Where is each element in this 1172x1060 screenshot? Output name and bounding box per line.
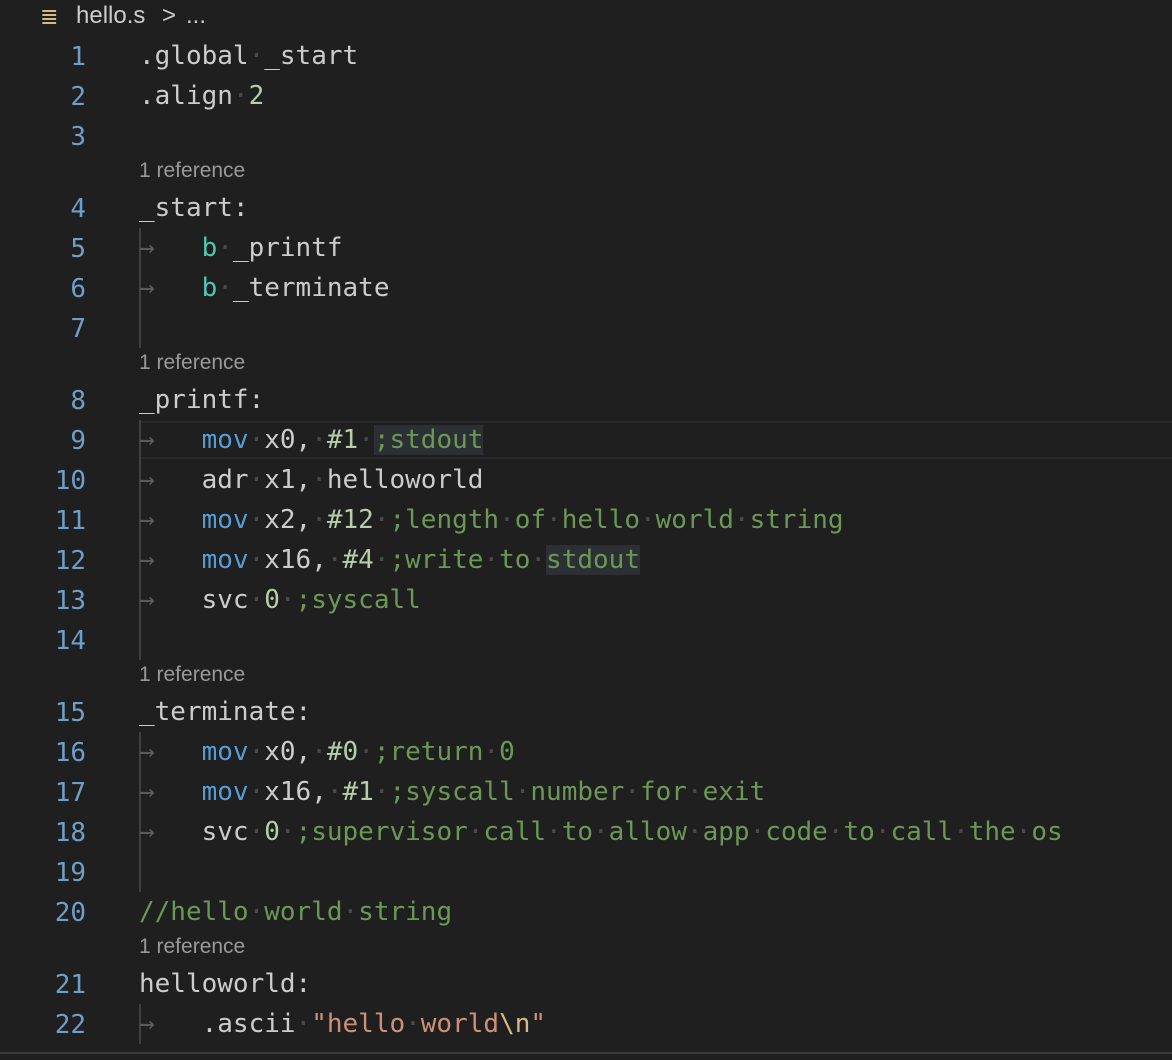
line-number[interactable]: 3	[0, 122, 86, 152]
code-line-11[interactable]: → mov·x2,·#12·;length·of·hello·world·str…	[139, 500, 844, 540]
line-number[interactable]: 21	[0, 970, 86, 1000]
code-line-17[interactable]: → mov·x16,·#1·;syscall·number·for·exit	[139, 772, 765, 812]
chevron-right-icon: >	[162, 2, 177, 29]
line-number[interactable]: 20	[0, 898, 86, 928]
line-number[interactable]: 2	[0, 82, 86, 112]
line-number[interactable]: 7	[0, 314, 86, 344]
tab-arrow-icon: →	[139, 233, 202, 263]
code-line-18[interactable]: → svc·0·;supervisor·call·to·allow·app·co…	[139, 812, 1063, 852]
line-number[interactable]: 10	[0, 466, 86, 496]
code-line-20[interactable]: //hello·world·string	[139, 892, 452, 932]
breadcrumb: ≣ hello.s > ...	[0, 0, 1172, 34]
code-lens-references[interactable]: 1 reference	[139, 351, 245, 375]
line-number[interactable]: 8	[0, 386, 86, 416]
line-number[interactable]: 17	[0, 778, 86, 808]
line-number[interactable]: 22	[0, 1010, 86, 1040]
code-line-6[interactable]: → b·_terminate	[139, 268, 389, 308]
line-number[interactable]: 9	[0, 426, 86, 456]
code-line-15[interactable]: _terminate:	[139, 692, 311, 732]
code-line-21[interactable]: helloworld:	[139, 964, 311, 1004]
file-lines-icon: ≣	[40, 4, 59, 29]
line-number[interactable]: 6	[0, 274, 86, 304]
breadcrumb-file-name[interactable]: hello.s	[76, 2, 145, 30]
code-line-9[interactable]: → mov·x0,·#1·;stdout	[139, 420, 484, 460]
line-number[interactable]: 18	[0, 818, 86, 848]
line-number[interactable]: 12	[0, 546, 86, 576]
code-line-5[interactable]: → b·_printf	[139, 228, 343, 268]
line-number[interactable]: 1	[0, 42, 86, 72]
code-line-8[interactable]: _printf:	[139, 380, 264, 420]
breadcrumb-symbol-ellipsis[interactable]: ...	[186, 2, 206, 30]
tab-arrow-icon: →	[139, 737, 202, 767]
tab-arrow-icon: →	[139, 817, 202, 847]
code-line-2[interactable]: .align·2	[139, 76, 264, 116]
code-lens-references[interactable]: 1 reference	[139, 663, 245, 687]
line-number[interactable]: 19	[0, 858, 86, 888]
code-lens-references[interactable]: 1 reference	[139, 935, 245, 959]
code-lens-references[interactable]: 1 reference	[139, 159, 245, 183]
line-number[interactable]: 5	[0, 234, 86, 264]
code-line-4[interactable]: _start:	[139, 188, 249, 228]
horizontal-scrollbar-edge[interactable]	[0, 1052, 1172, 1060]
line-number[interactable]: 14	[0, 626, 86, 656]
line-number[interactable]: 16	[0, 738, 86, 768]
code-line-16[interactable]: → mov·x0,·#0·;return·0	[139, 732, 515, 772]
code-editor[interactable]: ≣ hello.s > ... 1 2 3 4 5 6 7 8 9 10 11 …	[0, 0, 1172, 1060]
tab-arrow-icon: →	[139, 545, 202, 575]
line-number[interactable]: 4	[0, 194, 86, 224]
tab-arrow-icon: →	[139, 425, 202, 455]
tab-arrow-icon: →	[139, 1009, 202, 1039]
code-line-1[interactable]: .global·_start	[139, 36, 358, 76]
code-line-10[interactable]: → adr·x1,·helloworld	[139, 460, 483, 500]
line-number[interactable]: 15	[0, 698, 86, 728]
code-line-22[interactable]: → .ascii·"hello·world\n"	[139, 1004, 546, 1044]
tab-arrow-icon: →	[139, 777, 202, 807]
tab-arrow-icon: →	[139, 505, 202, 535]
tab-arrow-icon: →	[139, 585, 202, 615]
tab-arrow-icon: →	[139, 273, 202, 303]
code-line-13[interactable]: → svc·0·;syscall	[139, 580, 421, 620]
code-line-12[interactable]: → mov·x16,·#4·;write·to·stdout	[139, 540, 640, 580]
tab-arrow-icon: →	[139, 465, 202, 495]
line-number[interactable]: 11	[0, 506, 86, 536]
line-number[interactable]: 13	[0, 586, 86, 616]
